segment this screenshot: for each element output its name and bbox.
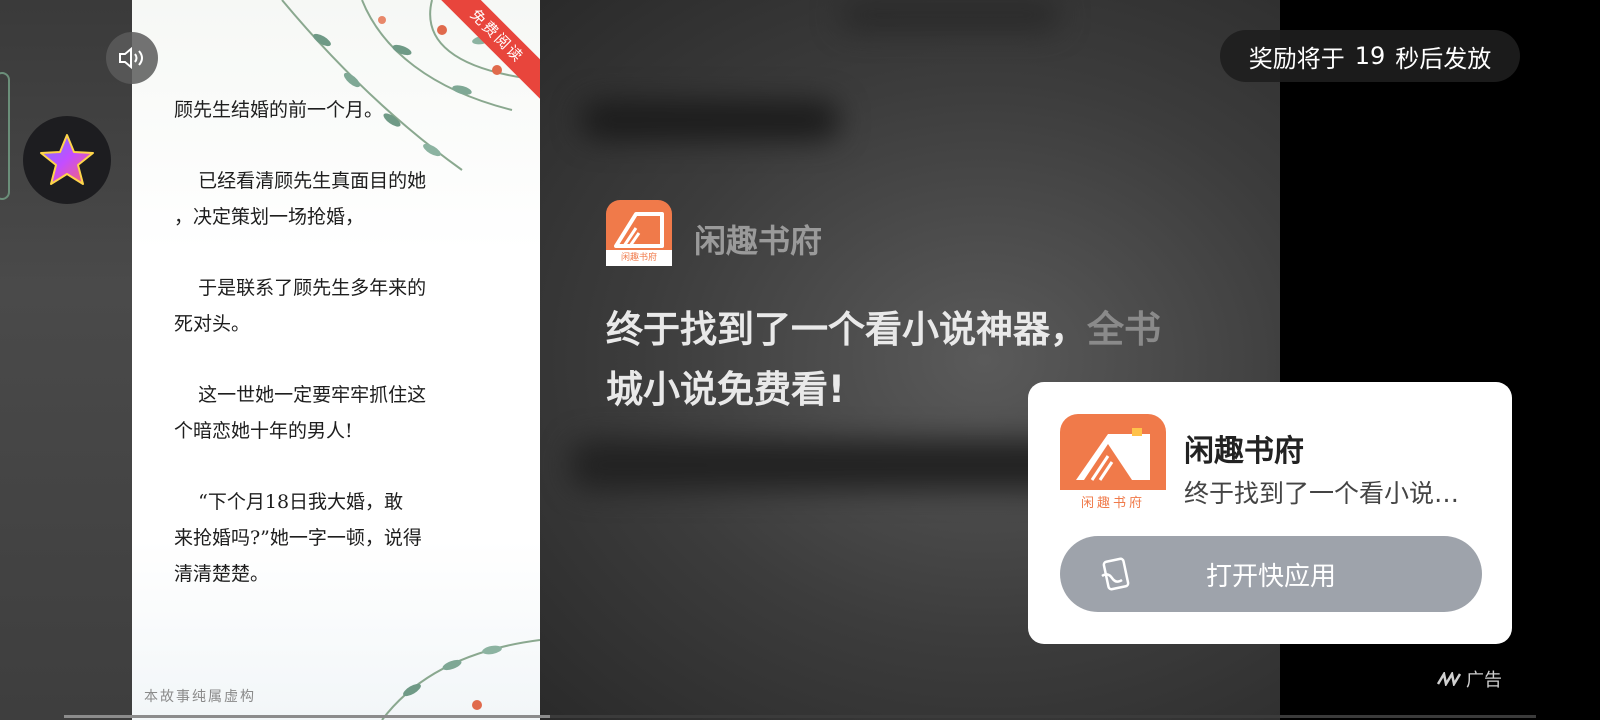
card-icon-caption: 闲趣书府 (1080, 496, 1145, 511)
story-line: 这一世她一定要牢牢抓住这 (174, 384, 427, 406)
left-background (0, 0, 132, 720)
ad-label: 广告 (1436, 666, 1502, 692)
app-icon-caption: 闲趣书府 (620, 253, 657, 263)
story-line: 死对头。 (174, 313, 251, 335)
reward-seconds: 19 (1354, 42, 1386, 70)
sound-toggle-button[interactable] (106, 32, 158, 84)
video-progress-bar[interactable] (64, 715, 1536, 718)
reward-suffix: 秒后发放 (1395, 44, 1492, 73)
story-text: 顾先生结婚的前一个月。 已经看清顾先生真面目的她 ，决定策划一场抢婚， 于是联系了… (174, 92, 504, 627)
open-button-label: 打开快应用 (1205, 561, 1336, 592)
card-title: 闲趣书府 (1184, 434, 1304, 469)
video-progress-fill (64, 715, 550, 718)
story-line: 顾先生结婚的前一个月。 (174, 99, 384, 121)
story-line: 于是联系了顾先生多年来的 (174, 277, 427, 299)
reward-countdown: 奖励将于 19 秒后发放 (1220, 30, 1520, 82)
ad-headline-main: 终于找到了一个看小说神器， (606, 308, 1087, 351)
story-line: “下个月18日我大婚，敢 (174, 491, 404, 513)
story-line: 来抢婚吗?”她一字一顿，说得 (174, 527, 422, 549)
card-description: 终于找到了一个看小说神器，全书城小说免费看! (1184, 479, 1480, 508)
open-quick-app-button[interactable]: 打开快应用 (1060, 536, 1482, 612)
speaker-icon (119, 46, 143, 70)
fiction-disclaimer: 本故事纯属虚构 (144, 689, 256, 705)
quick-app-icon (1101, 557, 1130, 591)
app-icon: 闲趣书府 (606, 200, 672, 266)
story-paragraph: “下个月18日我大婚，敢 来抢婚吗?”她一字一顿，说得 清清楚楚。 (174, 484, 504, 592)
side-edge-handle[interactable] (0, 72, 10, 200)
ad-label-text: 广告 (1466, 670, 1502, 691)
story-line: 个暗恋她十年的男人! (174, 420, 353, 442)
story-paragraph: 已经看清顾先生真面目的她 ，决定策划一场抢婚， (174, 163, 504, 235)
story-paragraph: 于是联系了顾先生多年来的 死对头。 (174, 270, 504, 342)
story-line: 清清楚楚。 (174, 563, 270, 585)
app-promo-card[interactable]: 闲趣书府 闲趣书府 终于找到了一个看小说神器，全书城小说免费看! 打开快应用 (1028, 382, 1512, 644)
story-paragraph: 顾先生结婚的前一个月。 (174, 92, 504, 128)
reward-prefix: 奖励将于 (1248, 44, 1345, 73)
story-page: 免费阅读 顾先生结婚的前一个月。 已经看清顾先生真面目的她 ，决定策划一场抢婚， … (132, 0, 540, 720)
card-app-icon: 闲趣书府 (1060, 414, 1166, 514)
ad-network-logo-icon (1436, 672, 1462, 686)
story-line: 已经看清顾先生真面目的她 (174, 170, 427, 192)
ad-app-name: 闲趣书府 (694, 222, 823, 260)
ad-headline-fade: 全书 (1087, 308, 1161, 351)
floating-star-app-button[interactable] (23, 116, 111, 204)
star-icon (40, 134, 94, 185)
ad-headline-line2: 城小说免费看! (606, 368, 845, 411)
story-line: ，决定策划一场抢婚， (174, 206, 365, 228)
story-paragraph: 这一世她一定要牢牢抓住这 个暗恋她十年的男人! (174, 377, 504, 449)
